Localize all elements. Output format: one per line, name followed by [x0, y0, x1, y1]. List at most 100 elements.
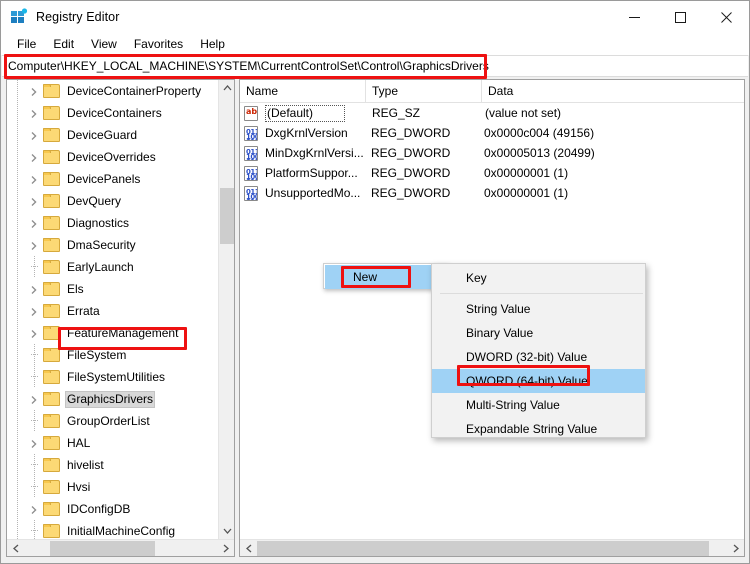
- window-controls: [611, 1, 749, 33]
- tree-guide-line: [17, 498, 18, 520]
- tree-item-filesystemutilities[interactable]: FileSystemUtilities: [7, 366, 219, 388]
- tree-item-filesystem[interactable]: FileSystem: [7, 344, 219, 366]
- chevron-right-icon[interactable]: [29, 174, 39, 184]
- chevron-right-icon[interactable]: [29, 196, 39, 206]
- chevron-right-icon[interactable]: [29, 108, 39, 118]
- tree-item-label: DeviceContainerProperty: [67, 83, 202, 98]
- tree-item-devicecontainerproperty[interactable]: DeviceContainerProperty: [7, 80, 219, 102]
- registry-value-name: PlatformSuppor...: [265, 166, 358, 180]
- tree-guide-line: [34, 366, 35, 388]
- registry-value-row[interactable]: 011100011 UnsupportedMo... REG_DWORD 0x0000…: [240, 183, 744, 203]
- folder-icon: [43, 348, 60, 362]
- column-header-data[interactable]: Data: [482, 80, 744, 102]
- tree-leaf-tick: [31, 486, 38, 487]
- list-hscroll-thumb[interactable]: [257, 541, 709, 556]
- menu-item-string-value[interactable]: String Value: [432, 297, 645, 321]
- tree-item-label: EarlyLaunch: [67, 259, 134, 274]
- tree-item-hal[interactable]: HAL: [7, 432, 219, 454]
- tree-item-errata[interactable]: Errata: [7, 300, 219, 322]
- tree-item-hvsi[interactable]: Hvsi: [7, 476, 219, 498]
- tree-item-devquery[interactable]: DevQuery: [7, 190, 219, 212]
- minimize-button[interactable]: [611, 1, 657, 33]
- menu-item-multi-string-value[interactable]: Multi-String Value: [432, 393, 645, 417]
- menu-item-expandable-string-value[interactable]: Expandable String Value: [432, 417, 645, 441]
- list-column-headers: Name Type Data: [240, 80, 744, 103]
- list-horizontal-scrollbar[interactable]: [240, 539, 744, 556]
- tree-item-deviceguard[interactable]: DeviceGuard: [7, 124, 219, 146]
- tree-item-devicecontainers[interactable]: DeviceContainers: [7, 102, 219, 124]
- chevron-right-icon[interactable]: [29, 438, 39, 448]
- tree-vertical-scrollbar[interactable]: [218, 80, 234, 539]
- tree-item-label: IDConfigDB: [67, 501, 131, 516]
- chevron-right-icon[interactable]: [29, 306, 39, 316]
- tree-item-label: DevicePanels: [67, 171, 141, 186]
- tree-item-diagnostics[interactable]: Diagnostics: [7, 212, 219, 234]
- registry-value-row[interactable]: 011100011 MinDxgKrnlVersi... REG_DWORD 0x00…: [240, 143, 744, 163]
- registry-tree[interactable]: DeviceContainerProperty DeviceContainers D…: [7, 80, 219, 539]
- chevron-right-icon[interactable]: [29, 504, 39, 514]
- menu-help[interactable]: Help: [192, 35, 233, 53]
- tree-item-featuremanagement[interactable]: FeatureManagement: [7, 322, 219, 344]
- tree-item-dmasecurity[interactable]: DmaSecurity: [7, 234, 219, 256]
- tree-indent: [7, 146, 43, 168]
- tree-scroll-thumb[interactable]: [220, 188, 234, 244]
- window-title: Registry Editor: [36, 10, 120, 24]
- chevron-right-icon[interactable]: [29, 240, 39, 250]
- tree-indent: [7, 300, 43, 322]
- tree-item-deviceoverrides[interactable]: DeviceOverrides: [7, 146, 219, 168]
- tree-item-earlylaunch[interactable]: EarlyLaunch: [7, 256, 219, 278]
- column-header-name[interactable]: Name: [240, 80, 366, 102]
- menu-item-dword-32-bit-value[interactable]: DWORD (32-bit) Value: [432, 345, 645, 369]
- tree-scroll-down-arrow[interactable]: [219, 523, 234, 539]
- registry-value-row[interactable]: 011100011 PlatformSuppor... REG_DWORD 0x000…: [240, 163, 744, 183]
- new-submenu[interactable]: Key String Value Binary Value DWORD (32-bit…: [431, 263, 646, 438]
- tree-item-grouporderlist[interactable]: GroupOrderList: [7, 410, 219, 432]
- tree-guide-line: [17, 410, 18, 432]
- registry-value-name: DxgKrnlVersion: [265, 126, 348, 140]
- menu-favorites[interactable]: Favorites: [126, 35, 191, 53]
- list-scroll-left-arrow[interactable]: [240, 540, 257, 556]
- tree-item-hivelist[interactable]: hivelist: [7, 454, 219, 476]
- tree-item-label: FileSystem: [67, 347, 127, 362]
- chevron-right-icon[interactable]: [29, 218, 39, 228]
- menu-item-binary-value[interactable]: Binary Value: [432, 321, 645, 345]
- registry-values-list[interactable]: ab (Default) REG_SZ (value not set) 01110001…: [240, 103, 744, 203]
- tree-guide-line: [17, 278, 18, 300]
- menu-edit[interactable]: Edit: [45, 35, 82, 53]
- tree-item-els[interactable]: Els: [7, 278, 219, 300]
- registry-value-data: (value not set): [485, 106, 562, 120]
- registry-value-name: MinDxgKrnlVersi...: [265, 146, 364, 160]
- registry-value-row[interactable]: ab (Default) REG_SZ (value not set): [240, 103, 744, 123]
- address-bar[interactable]: Computer\HKEY_LOCAL_MACHINE\SYSTEM\Curre…: [2, 55, 748, 77]
- column-header-type[interactable]: Type: [366, 80, 482, 102]
- chevron-right-icon[interactable]: [29, 152, 39, 162]
- tree-leaf-tick: [31, 530, 38, 531]
- tree-scroll-right-arrow[interactable]: [217, 540, 234, 556]
- chevron-right-icon[interactable]: [29, 284, 39, 294]
- tree-guide-line: [17, 344, 18, 366]
- tree-scroll-up-arrow[interactable]: [219, 80, 234, 96]
- chevron-right-icon[interactable]: [29, 394, 39, 404]
- list-scroll-right-arrow[interactable]: [727, 540, 744, 556]
- tree-indent: [7, 212, 43, 234]
- chevron-right-icon[interactable]: [29, 130, 39, 140]
- menu-item-key[interactable]: Key: [432, 266, 645, 290]
- close-button[interactable]: [703, 1, 749, 33]
- menu-view[interactable]: View: [83, 35, 125, 53]
- registry-tree-pane[interactable]: DeviceContainerProperty DeviceContainers D…: [6, 79, 235, 557]
- tree-hscroll-thumb[interactable]: [50, 541, 155, 556]
- tree-item-idconfigdb[interactable]: IDConfigDB: [7, 498, 219, 520]
- tree-item-devicepanels[interactable]: DevicePanels: [7, 168, 219, 190]
- tree-item-initialmachineconfig[interactable]: InitialMachineConfig: [7, 520, 219, 539]
- folder-icon: [43, 260, 60, 274]
- registry-value-row[interactable]: 011100011 DxgKrnlVersion REG_DWORD 0x0000c0…: [240, 123, 744, 143]
- tree-scroll-left-arrow[interactable]: [7, 540, 24, 556]
- menu-item-qword-64-bit-value[interactable]: QWORD (64-bit) Value: [432, 369, 645, 393]
- tree-horizontal-scrollbar[interactable]: [7, 539, 234, 556]
- tree-item-graphicsdrivers[interactable]: GraphicsDrivers: [7, 388, 219, 410]
- maximize-button[interactable]: [657, 1, 703, 33]
- chevron-right-icon[interactable]: [29, 328, 39, 338]
- registry-value-data: 0x00005013 (20499): [484, 146, 595, 160]
- chevron-right-icon[interactable]: [29, 86, 39, 96]
- menu-file[interactable]: File: [9, 35, 44, 53]
